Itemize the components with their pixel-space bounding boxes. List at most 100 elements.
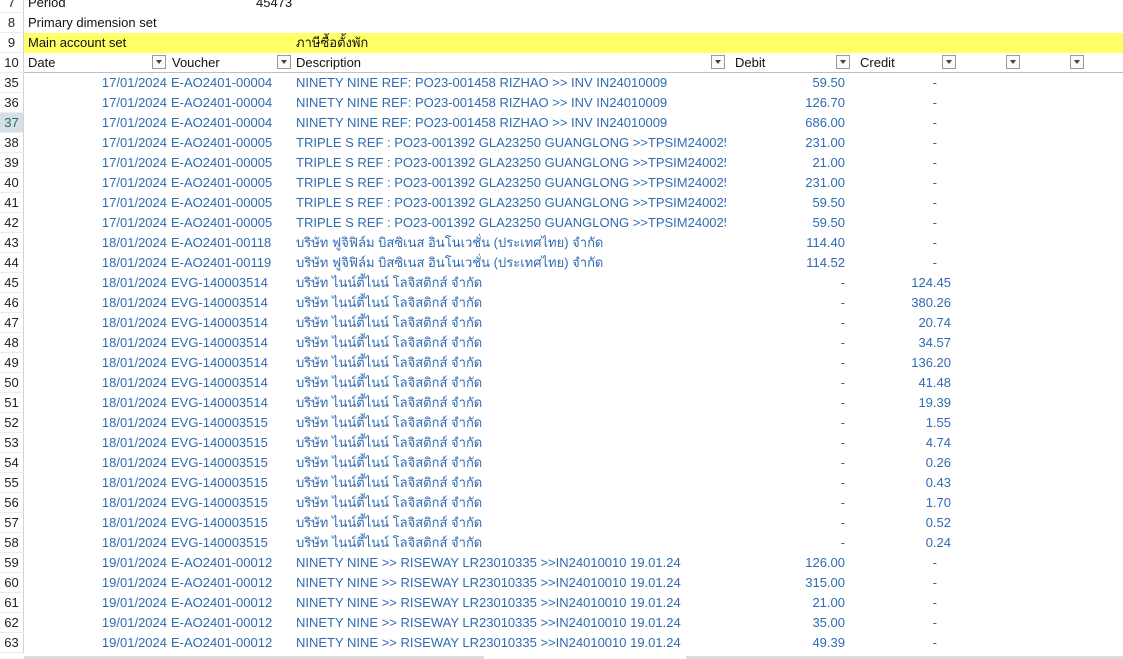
- voucher-cell[interactable]: E-AO2401-00012: [171, 573, 293, 593]
- credit-cell[interactable]: 0.26: [850, 453, 951, 473]
- row-number[interactable]: 51: [0, 393, 24, 413]
- voucher-cell[interactable]: E-AO2401-00119: [171, 253, 293, 273]
- description-cell[interactable]: บริษัท ไนน์ตี้ไนน์ โลจิสติกส์ จำกัด: [296, 433, 726, 453]
- period-value[interactable]: 45473: [256, 0, 316, 13]
- debit-cell[interactable]: 59.50: [730, 213, 845, 233]
- description-cell[interactable]: TRIPLE S REF : PO23-001392 GLA23250 GUAN…: [296, 173, 726, 193]
- row-number[interactable]: 42: [0, 213, 24, 233]
- date-cell[interactable]: 18/01/2024: [24, 373, 167, 393]
- date-cell[interactable]: 17/01/2024: [24, 193, 167, 213]
- date-cell[interactable]: 18/01/2024: [24, 393, 167, 413]
- debit-cell[interactable]: 231.00: [730, 133, 845, 153]
- date-cell[interactable]: 19/01/2024: [24, 593, 167, 613]
- debit-cell[interactable]: -: [730, 493, 845, 513]
- credit-cell[interactable]: 4.74: [850, 433, 951, 453]
- description-cell[interactable]: บริษัท ไนน์ตี้ไนน์ โลจิสติกส์ จำกัด: [296, 413, 726, 433]
- row-number[interactable]: 59: [0, 553, 24, 573]
- debit-cell[interactable]: 21.00: [730, 153, 845, 173]
- row-number[interactable]: 9: [0, 33, 24, 53]
- description-cell[interactable]: บริษัท ไนน์ตี้ไนน์ โลจิสติกส์ จำกัด: [296, 493, 726, 513]
- period-label[interactable]: Period: [28, 0, 168, 13]
- voucher-cell[interactable]: E-AO2401-00005: [171, 193, 293, 213]
- description-cell[interactable]: บริษัท ไนน์ตี้ไนน์ โลจิสติกส์ จำกัด: [296, 453, 726, 473]
- row-number[interactable]: 46: [0, 293, 24, 313]
- row-number[interactable]: 36: [0, 93, 24, 113]
- debit-cell[interactable]: 35.00: [730, 613, 845, 633]
- filter-dropdown-icon[interactable]: [942, 55, 956, 69]
- header-debit[interactable]: Debit: [735, 53, 835, 73]
- debit-cell[interactable]: -: [730, 353, 845, 373]
- row-number[interactable]: 50: [0, 373, 24, 393]
- voucher-cell[interactable]: EVG-140003515: [171, 493, 293, 513]
- description-cell[interactable]: NINETY NINE >> RISEWAY LR23010335 >>IN24…: [296, 573, 726, 593]
- voucher-cell[interactable]: E-AO2401-00012: [171, 633, 293, 653]
- main-account-label[interactable]: Main account set: [28, 33, 228, 53]
- description-cell[interactable]: บริษัท ฟูจิฟิล์ม บิสซิเนส อินโนเวชั่น (ป…: [296, 253, 726, 273]
- credit-cell[interactable]: 19.39: [850, 393, 951, 413]
- debit-cell[interactable]: -: [730, 313, 845, 333]
- credit-cell[interactable]: 0.43: [850, 473, 951, 493]
- row-number[interactable]: 7: [0, 0, 24, 13]
- debit-cell[interactable]: 21.00: [730, 593, 845, 613]
- description-cell[interactable]: บริษัท ฟูจิฟิล์ม บิสซิเนส อินโนเวชั่น (ป…: [296, 233, 726, 253]
- credit-cell[interactable]: -: [850, 213, 937, 233]
- description-cell[interactable]: บริษัท ไนน์ตี้ไนน์ โลจิสติกส์ จำกัด: [296, 473, 726, 493]
- date-cell[interactable]: 19/01/2024: [24, 553, 167, 573]
- date-cell[interactable]: 19/01/2024: [24, 633, 167, 653]
- description-cell[interactable]: TRIPLE S REF : PO23-001392 GLA23250 GUAN…: [296, 213, 726, 233]
- voucher-cell[interactable]: E-AO2401-00005: [171, 213, 293, 233]
- header-voucher[interactable]: Voucher: [172, 53, 282, 73]
- date-cell[interactable]: 18/01/2024: [24, 233, 167, 253]
- credit-cell[interactable]: 34.57: [850, 333, 951, 353]
- credit-cell[interactable]: -: [850, 173, 937, 193]
- row-number[interactable]: 58: [0, 533, 24, 553]
- debit-cell[interactable]: 231.00: [730, 173, 845, 193]
- row-number[interactable]: 57: [0, 513, 24, 533]
- debit-cell[interactable]: 114.52: [730, 253, 845, 273]
- debit-cell[interactable]: -: [730, 293, 845, 313]
- description-cell[interactable]: บริษัท ไนน์ตี้ไนน์ โลจิสติกส์ จำกัด: [296, 513, 726, 533]
- credit-cell[interactable]: 124.45: [850, 273, 951, 293]
- row-number[interactable]: 8: [0, 13, 24, 33]
- date-cell[interactable]: 17/01/2024: [24, 213, 167, 233]
- voucher-cell[interactable]: EVG-140003515: [171, 513, 293, 533]
- debit-cell[interactable]: 49.39: [730, 633, 845, 653]
- date-cell[interactable]: 18/01/2024: [24, 313, 167, 333]
- row-number[interactable]: 44: [0, 253, 24, 273]
- date-cell[interactable]: 18/01/2024: [24, 453, 167, 473]
- voucher-cell[interactable]: E-AO2401-00012: [171, 593, 293, 613]
- date-cell[interactable]: 18/01/2024: [24, 413, 167, 433]
- debit-cell[interactable]: 315.00: [730, 573, 845, 593]
- date-cell[interactable]: 18/01/2024: [24, 433, 167, 453]
- voucher-cell[interactable]: EVG-140003514: [171, 313, 293, 333]
- row-number[interactable]: 41: [0, 193, 24, 213]
- primary-dimension-label[interactable]: Primary dimension set: [28, 13, 268, 33]
- credit-cell[interactable]: -: [850, 553, 937, 573]
- row-number[interactable]: 49: [0, 353, 24, 373]
- date-cell[interactable]: 18/01/2024: [24, 293, 167, 313]
- voucher-cell[interactable]: EVG-140003515: [171, 433, 293, 453]
- row-number[interactable]: 53: [0, 433, 24, 453]
- debit-cell[interactable]: 126.70: [730, 93, 845, 113]
- row-number[interactable]: 47: [0, 313, 24, 333]
- credit-cell[interactable]: -: [850, 593, 937, 613]
- date-cell[interactable]: 18/01/2024: [24, 513, 167, 533]
- voucher-cell[interactable]: EVG-140003514: [171, 393, 293, 413]
- description-cell[interactable]: NINETY NINE >> RISEWAY LR23010335 >>IN24…: [296, 613, 726, 633]
- row-number[interactable]: 62: [0, 613, 24, 633]
- row-number[interactable]: 48: [0, 333, 24, 353]
- main-account-value[interactable]: ภาษีซื้อตั้งพัก: [296, 33, 496, 53]
- description-cell[interactable]: NINETY NINE REF: PO23-001458 RIZHAO >> I…: [296, 113, 726, 133]
- description-cell[interactable]: บริษัท ไนน์ตี้ไนน์ โลจิสติกส์ จำกัด: [296, 273, 726, 293]
- row-number[interactable]: 60: [0, 573, 24, 593]
- voucher-cell[interactable]: E-AO2401-00012: [171, 553, 293, 573]
- debit-cell[interactable]: -: [730, 413, 845, 433]
- voucher-cell[interactable]: E-AO2401-00118: [171, 233, 293, 253]
- description-cell[interactable]: NINETY NINE >> RISEWAY LR23010335 >>IN24…: [296, 553, 726, 573]
- description-cell[interactable]: บริษัท ไนน์ตี้ไนน์ โลจิสติกส์ จำกัด: [296, 293, 726, 313]
- date-cell[interactable]: 18/01/2024: [24, 253, 167, 273]
- row-number[interactable]: 38: [0, 133, 24, 153]
- row-number[interactable]: 45: [0, 273, 24, 293]
- voucher-cell[interactable]: EVG-140003515: [171, 453, 293, 473]
- row-number[interactable]: 55: [0, 473, 24, 493]
